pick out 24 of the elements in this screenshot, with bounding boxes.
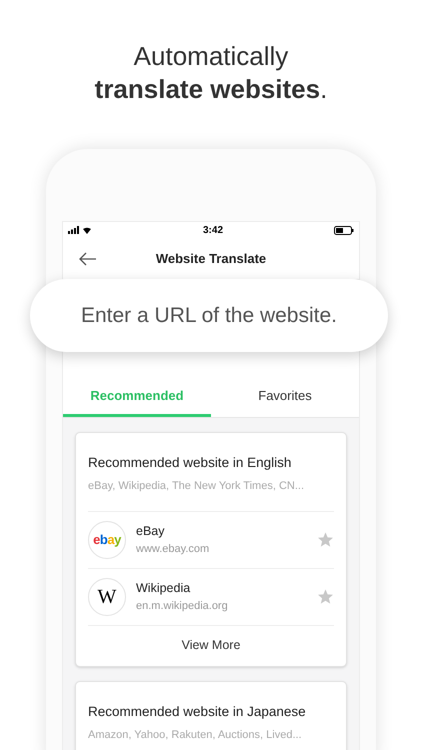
star-icon[interactable] [317,531,334,548]
card-title: Recommended website in Japanese [88,702,307,721]
site-logo: ebay [88,520,126,559]
headline: translate websites. [94,73,328,106]
back-arrow-icon[interactable] [79,252,97,266]
site-row[interactable]: ebay eBay www.ebay.com [88,510,334,568]
site-logo: W [88,578,126,616]
card-title: Recommended website in English [88,454,292,472]
star-icon[interactable] [317,588,334,606]
site-name: Wikipedia [136,580,192,598]
battery-icon [334,226,354,234]
view-more-button[interactable]: View More [182,626,240,666]
signal-icon [68,226,92,234]
site-row[interactable]: W Wikipedia en.m.wikipedia.org [88,568,334,625]
nav-title: Website Translate [156,250,266,268]
card-subtitle: eBay, Wikipedia, The New York Times, CN... [88,479,306,494]
site-url: en.m.wikipedia.org [136,598,229,614]
headline: Automatically [132,40,290,73]
card-subtitle: Amazon, Yahoo, Rakuten, Auctions, Lived... [88,728,303,743]
site-name: eBay [136,523,166,540]
tab[interactable]: Favorites [211,377,359,417]
site-url: www.ebay.com [136,542,210,557]
callout-text: Enter a URL of the website. [80,302,338,329]
status-time: 3:42 [202,224,223,238]
